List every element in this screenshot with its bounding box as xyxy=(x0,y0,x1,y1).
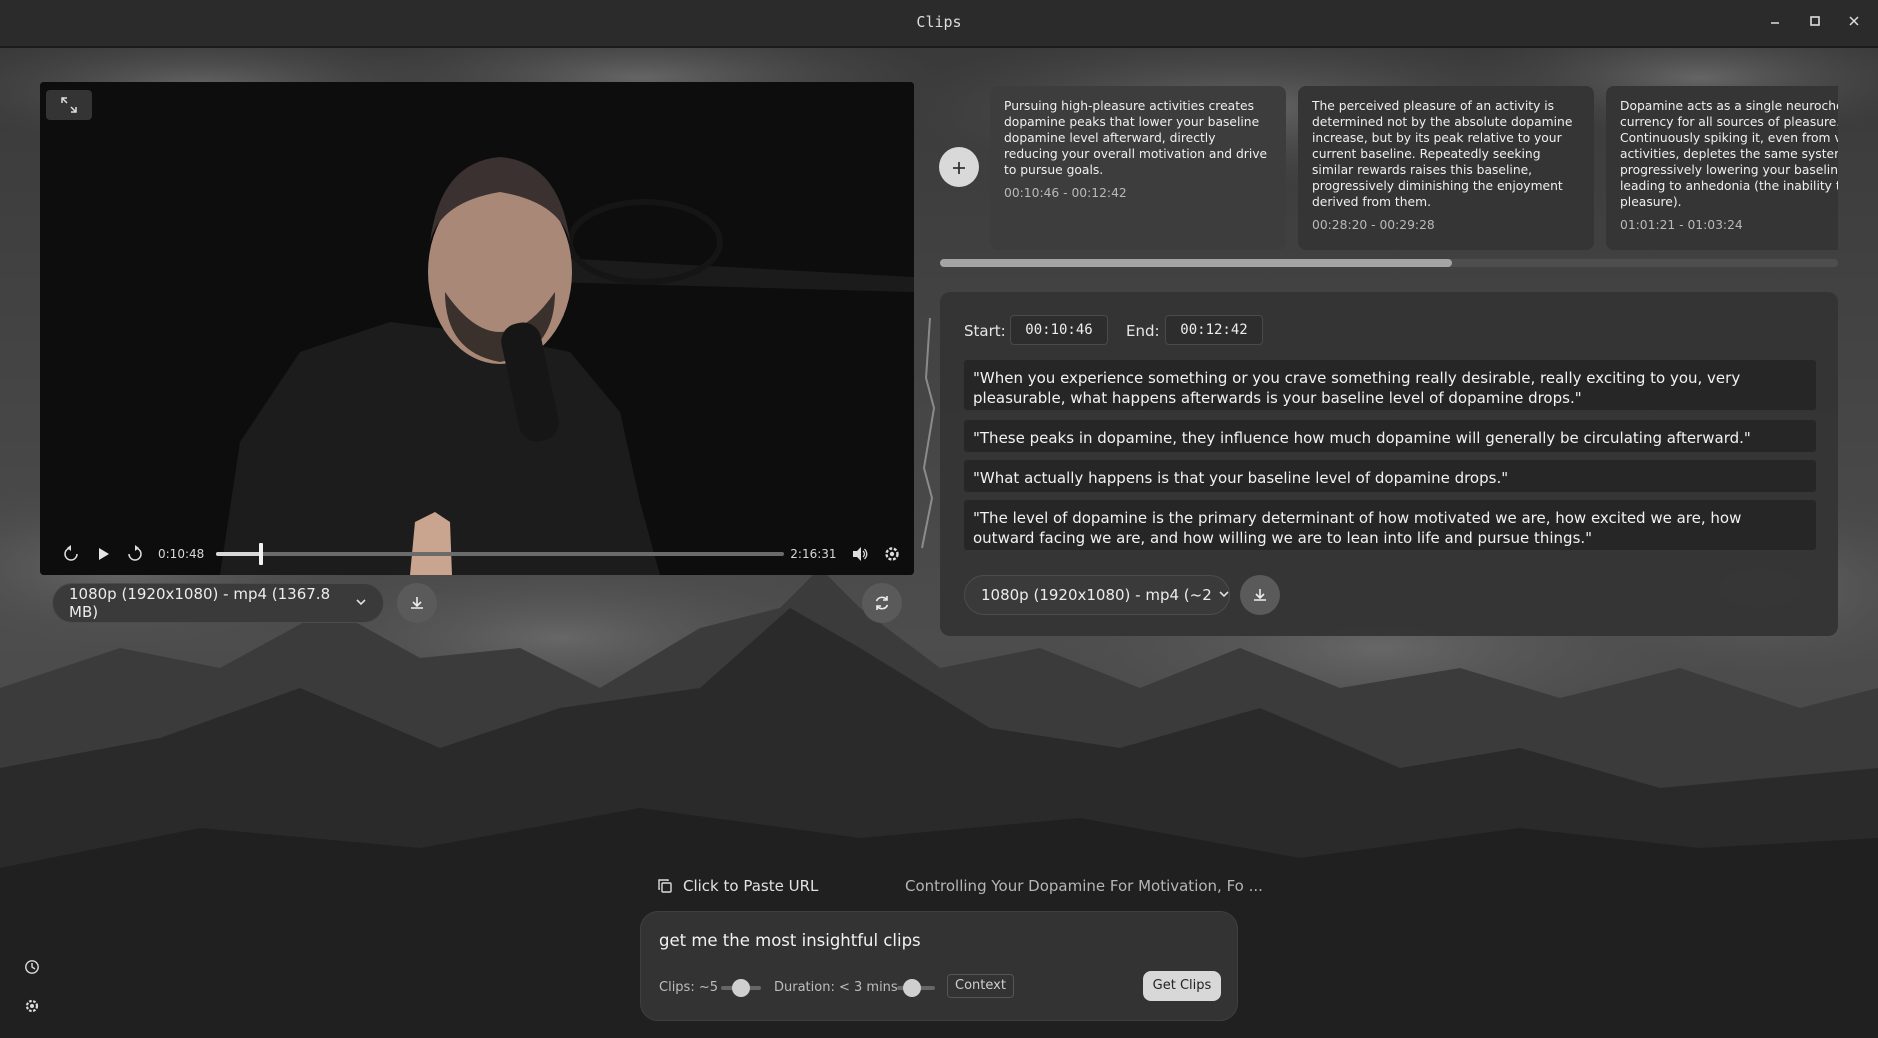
clip-summary: Dopamine acts as a single neurochemical … xyxy=(1620,99,1838,209)
carousel-scrollbar[interactable] xyxy=(940,259,1838,267)
duration-slider-thumb[interactable] xyxy=(903,979,922,997)
plus-icon xyxy=(952,153,966,181)
format-select-label: 1080p (1920x1080) - mp4 (1367.8 MB) xyxy=(69,585,331,621)
paste-url-button[interactable]: Click to Paste URL xyxy=(657,877,818,895)
clips-count-slider-thumb[interactable] xyxy=(732,979,750,997)
clip-card[interactable]: Pursuing high-pleasure activities create… xyxy=(990,86,1286,250)
get-clips-button[interactable]: Get Clips xyxy=(1143,971,1221,1001)
duration-slider[interactable] xyxy=(897,979,935,997)
copy-icon xyxy=(657,878,673,894)
transcript-quote: "These peaks in dopamine, they influence… xyxy=(964,420,1816,452)
title-bar: Clips xyxy=(0,0,1878,47)
gear-icon[interactable] xyxy=(20,994,44,1018)
close-icon[interactable] xyxy=(1843,12,1865,34)
clip-carousel[interactable]: Pursuing high-pleasure activities create… xyxy=(990,86,1838,254)
context-button[interactable]: Context xyxy=(947,974,1014,998)
play-icon[interactable] xyxy=(90,541,116,567)
current-time: 0:10:48 xyxy=(158,547,205,561)
clip-time-range: 00:28:20 - 00:29:28 xyxy=(1312,218,1435,232)
clip-format-label: 1080p (1920x1080) - mp4 (~2 xyxy=(981,586,1212,604)
start-time-input[interactable]: 00:10:46 xyxy=(1010,315,1108,345)
prompt-input[interactable]: get me the most insightful clips xyxy=(659,931,921,950)
seek-bar-fill xyxy=(216,552,262,556)
player-controls: 0:10:48 2:16:31 xyxy=(44,540,910,568)
clip-card[interactable]: The perceived pleasure of an activity is… xyxy=(1298,86,1594,250)
expand-icon[interactable] xyxy=(46,90,92,120)
duration-label: Duration: < 3 mins xyxy=(774,980,898,995)
duration: 2:16:31 xyxy=(790,547,837,561)
clip-time-range: 00:10:46 - 00:12:42 xyxy=(1004,186,1127,200)
clips-count-slider[interactable] xyxy=(721,979,761,997)
maximize-icon[interactable] xyxy=(1804,12,1826,34)
window-title: Clips xyxy=(916,13,962,31)
minimize-icon[interactable] xyxy=(1764,12,1786,34)
rewind-15-icon[interactable] xyxy=(58,541,84,567)
download-icon[interactable] xyxy=(397,583,437,623)
clips-count-label: Clips: ~5 xyxy=(659,980,719,995)
video-player[interactable] xyxy=(40,82,914,575)
clip-time-range: 01:01:21 - 01:03:24 xyxy=(1620,218,1743,232)
volume-icon[interactable] xyxy=(847,541,873,567)
video-title: Controlling Your Dopamine For Motivation… xyxy=(905,877,1263,895)
clip-format-select[interactable]: 1080p (1920x1080) - mp4 (~2 xyxy=(964,575,1230,615)
add-clip-button[interactable] xyxy=(939,147,979,187)
start-label: Start: xyxy=(964,322,1006,340)
download-icon[interactable] xyxy=(1240,575,1280,615)
history-icon[interactable] xyxy=(20,955,44,979)
clip-summary: Pursuing high-pleasure activities create… xyxy=(1004,99,1268,177)
prompt-box: get me the most insightful clips Clips: … xyxy=(640,911,1238,1021)
format-select[interactable]: 1080p (1920x1080) - mp4 (1367.8 MB) xyxy=(52,583,384,623)
seek-bar[interactable] xyxy=(216,543,785,565)
transcript-quote: "What actually happens is that your base… xyxy=(964,460,1816,492)
chevron-down-icon xyxy=(1212,586,1229,604)
transcript-quote: "When you experience something or you cr… xyxy=(964,360,1816,410)
clip-card[interactable]: Dopamine acts as a single neurochemical … xyxy=(1606,86,1838,250)
transcript-quote: "The level of dopamine is the primary de… xyxy=(964,500,1816,550)
seek-bar-thumb[interactable] xyxy=(259,543,264,565)
video-frame xyxy=(40,82,914,575)
chevron-down-icon xyxy=(355,594,367,612)
clip-summary: The perceived pleasure of an activity is… xyxy=(1312,99,1573,209)
clip-detail-panel: Start: 00:10:46 End: 00:12:42 "When you … xyxy=(940,292,1838,636)
end-time-input[interactable]: 00:12:42 xyxy=(1165,315,1263,345)
settings-icon[interactable] xyxy=(879,541,905,567)
scrollbar-thumb[interactable] xyxy=(940,259,1452,267)
paste-url-label: Click to Paste URL xyxy=(683,877,819,895)
forward-15-icon[interactable] xyxy=(122,541,148,567)
end-label: End: xyxy=(1126,322,1160,340)
refresh-icon[interactable] xyxy=(862,583,902,623)
